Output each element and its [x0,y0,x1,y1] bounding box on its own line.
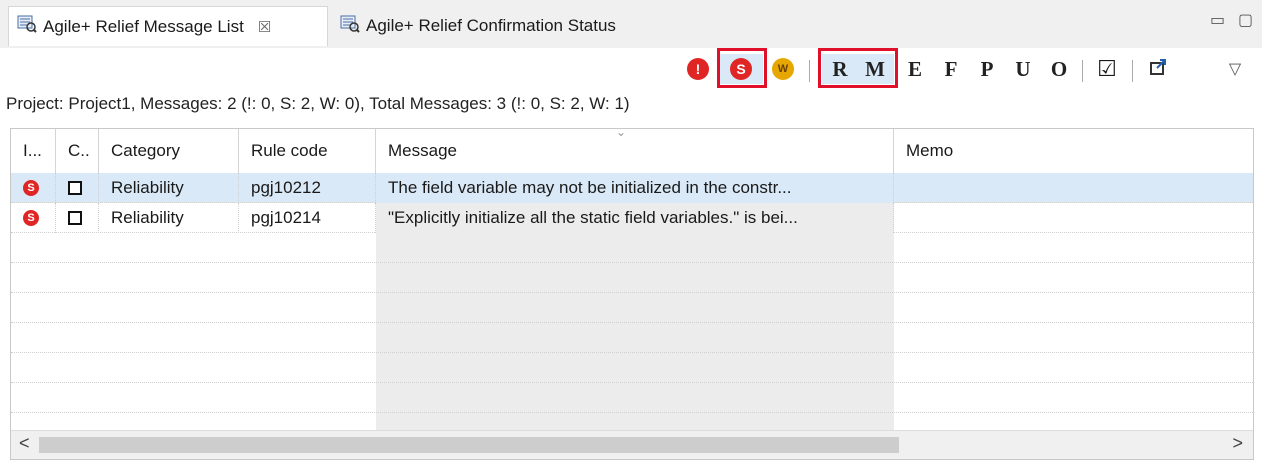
category-cell: Reliability [99,203,239,233]
w-filter-button[interactable]: W [768,54,798,84]
empty-row [11,323,1253,353]
f-filter-button[interactable]: F [936,54,966,84]
maximize-icon[interactable]: ▢ [1238,10,1253,30]
empty-row [11,233,1253,263]
w-severity-icon: W [772,58,794,80]
scroll-right-icon[interactable]: > [1232,433,1243,454]
export-button[interactable] [1144,54,1174,84]
empty-row [11,293,1253,323]
column-header-importance[interactable]: I... [11,129,56,173]
error-filter-button[interactable]: ! [683,54,713,84]
rule-code-cell: pgj10212 [239,173,376,203]
filter-toolbar: ! S W R M E F P U O ☑ ▽ [0,48,1262,92]
checked-filter-button[interactable]: ☑ [1092,54,1122,84]
tab-confirmation-status[interactable]: Agile+ Relief Confirmation Status [332,6,702,46]
export-icon [1149,58,1169,81]
horizontal-scrollbar[interactable]: < > [11,430,1253,459]
u-filter-label: U [1015,56,1031,81]
message-cell: "Explicitly initialize all the static fi… [376,203,894,233]
message-list-view-icon [17,15,37,38]
view-tab-bar: Agile+ Relief Message List ☒ Agile+ Reli… [0,0,1262,48]
empty-row [11,383,1253,413]
u-filter-button[interactable]: U [1008,54,1038,84]
column-header-confirmed[interactable]: C.. [56,129,99,173]
rm-filter-highlight [818,48,898,88]
checkbox-icon: ☑ [1097,56,1117,81]
column-header-memo[interactable]: Memo [894,129,1253,173]
minimize-icon[interactable]: ▭ [1210,10,1225,30]
table-row[interactable]: S Reliability pgj10214 "Explicitly initi… [11,203,1253,233]
confirmation-status-view-icon [340,15,360,38]
o-filter-button[interactable]: O [1044,54,1074,84]
status-summary: Project: Project1, Messages: 2 (!: 0, S:… [6,94,630,113]
error-severity-icon: ! [687,58,709,80]
s-filter-highlight [717,48,767,88]
empty-row [11,353,1253,383]
message-table: ⌄ I... C.. Category Rule code Message Me… [10,128,1254,460]
confirm-checkbox[interactable] [68,211,82,225]
memo-cell[interactable] [894,203,1253,233]
column-header-rule-code[interactable]: Rule code [239,129,376,173]
e-filter-label: E [907,56,922,81]
s-severity-icon: S [23,180,39,196]
close-tab-icon[interactable]: ☒ [258,18,271,36]
e-filter-button[interactable]: E [900,54,930,84]
column-header-category[interactable]: Category [99,129,239,173]
chevron-down-icon: ▽ [1228,61,1242,78]
scrollbar-thumb[interactable] [39,437,899,453]
confirm-checkbox[interactable] [68,181,82,195]
toolbar-separator [1132,60,1133,82]
p-filter-label: P [980,56,994,81]
rule-code-cell: pgj10214 [239,203,376,233]
memo-cell[interactable] [894,173,1253,203]
tab-label: Agile+ Relief Confirmation Status [366,16,616,35]
f-filter-label: F [944,56,958,81]
message-cell: The field variable may not be initialize… [376,173,894,203]
toolbar-separator [809,60,810,82]
o-filter-label: O [1050,56,1068,81]
s-severity-icon: S [23,210,39,226]
toolbar-separator [1082,60,1083,82]
scroll-left-icon[interactable]: < [19,433,30,454]
column-header-message[interactable]: Message [376,129,894,173]
table-row[interactable]: S Reliability pgj10212 The field variabl… [11,173,1253,203]
tab-label: Agile+ Relief Message List [43,16,244,36]
p-filter-button[interactable]: P [972,54,1002,84]
empty-row [11,263,1253,293]
table-header: ⌄ I... C.. Category Rule code Message Me… [11,129,1253,173]
view-menu-button[interactable]: ▽ [1220,54,1250,84]
tab-message-list[interactable]: Agile+ Relief Message List ☒ [8,6,328,46]
category-cell: Reliability [99,173,239,203]
